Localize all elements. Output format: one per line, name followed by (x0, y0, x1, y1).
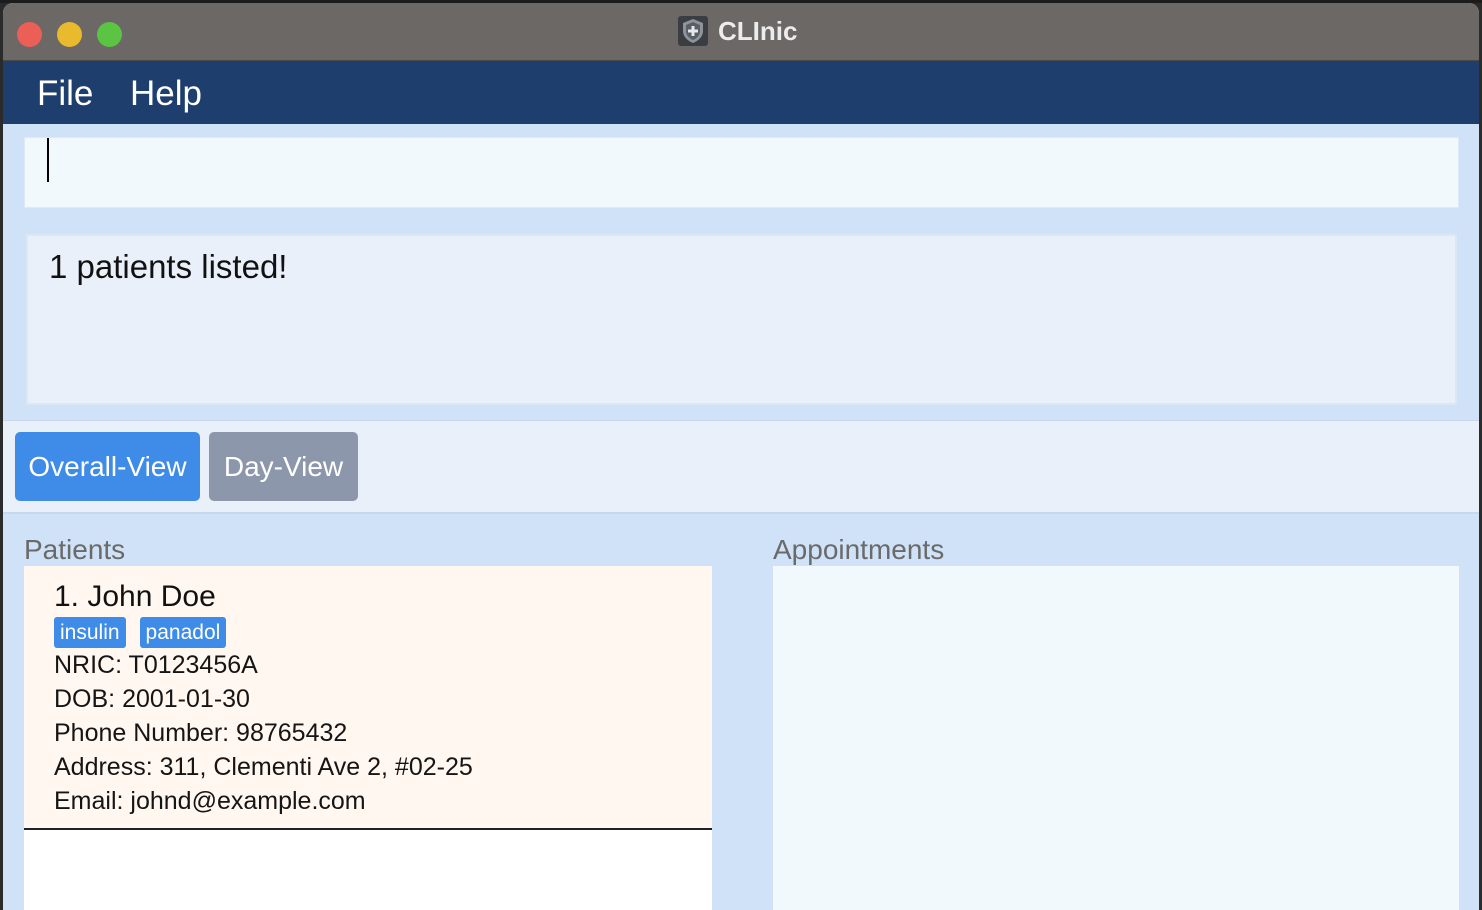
minimize-window-button[interactable] (57, 22, 82, 47)
app-window: CLInic File Help 1 patients listed! Over… (3, 3, 1479, 910)
menu-file[interactable]: File (37, 74, 93, 114)
patients-list[interactable]: 1. John Doe insulin panadol NRIC: T01234… (24, 566, 712, 910)
tab-day-view[interactable]: Day-View (209, 432, 358, 501)
patient-tag: panadol (139, 617, 227, 648)
patient-tags: insulin panadol (54, 617, 227, 648)
result-display-area: 1 patients listed! (3, 220, 1479, 420)
appointments-list[interactable] (773, 566, 1459, 910)
patient-name: 1. John Doe (54, 580, 216, 613)
command-input[interactable] (24, 137, 1459, 208)
text-caret (47, 138, 49, 182)
patient-tag: insulin (54, 617, 126, 648)
patient-dob: DOB: 2001-01-30 (54, 685, 250, 713)
patients-panel-label: Patients (24, 534, 126, 565)
result-message: 1 patients listed! (49, 248, 288, 285)
title-bar: CLInic (3, 3, 1479, 61)
result-display: 1 patients listed! (26, 234, 1457, 405)
appointments-panel-label: Appointments (773, 534, 945, 565)
patient-nric: NRIC: T0123456A (54, 651, 258, 679)
patient-email: Email: johnd@example.com (54, 787, 366, 815)
maximize-window-button[interactable] (97, 22, 122, 47)
menu-help[interactable]: Help (130, 74, 202, 114)
patient-phone: Phone Number: 98765432 (54, 719, 348, 747)
tab-overall-view[interactable]: Overall-View (15, 432, 200, 501)
command-box-area (3, 124, 1479, 220)
shield-cross-icon (678, 16, 708, 46)
patient-card[interactable]: 1. John Doe insulin panadol NRIC: T01234… (24, 566, 712, 830)
patient-address: Address: 311, Clementi Ave 2, #02-25 (54, 753, 473, 781)
view-tab-bar: Overall-View Day-View (3, 420, 1479, 514)
menu-bar: File Help (3, 61, 1479, 124)
window-title: CLInic (718, 15, 798, 46)
close-window-button[interactable] (17, 22, 42, 47)
window-title-group: CLInic (677, 14, 797, 48)
